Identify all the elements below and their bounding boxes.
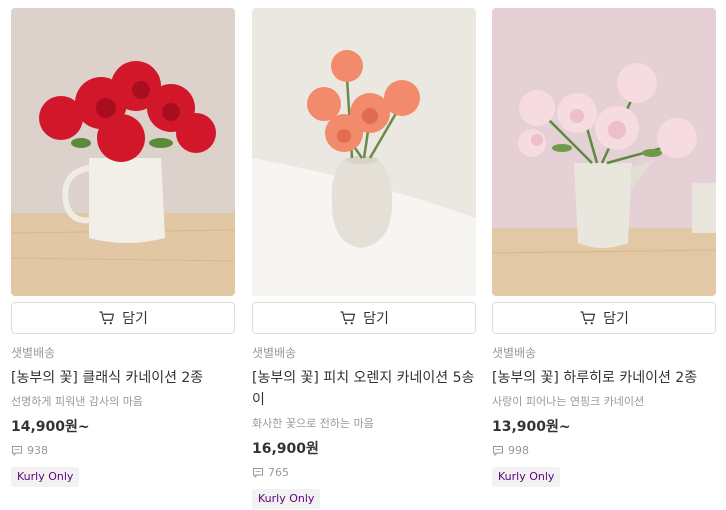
cart-icon xyxy=(340,311,356,325)
product-card[interactable]: 담기 샛별배송 [농부의 꽃] 클래식 카네이션 2종 선명하게 피워낸 감사의… xyxy=(11,8,235,487)
delivery-type: 샛별배송 xyxy=(252,346,297,360)
product-card[interactable]: 담기 샛별배송 [농부의 꽃] 피치 오렌지 카네이션 5송이 화사한 꽃으로 … xyxy=(252,8,476,509)
red-carnation-vase-icon xyxy=(11,8,235,296)
product-image[interactable] xyxy=(492,8,716,296)
review-count: 938 xyxy=(11,444,235,458)
add-to-cart-button[interactable]: 담기 xyxy=(492,302,716,334)
product-card[interactable]: 담기 샛별배송 [농부의 꽃] 하루히로 카네이션 2종 사랑이 피어나는 연핑… xyxy=(492,8,716,487)
product-description: 선명하게 피워낸 감사의 마음 xyxy=(11,395,143,408)
product-name[interactable]: [농부의 꽃] 피치 오렌지 카네이션 5송이 xyxy=(252,367,476,411)
product-price: 14,900원~ xyxy=(11,419,90,435)
product-image[interactable] xyxy=(252,8,476,296)
review-count-value: 765 xyxy=(268,466,289,479)
delivery-type: 샛별배송 xyxy=(11,346,56,360)
product-price: 13,900원~ xyxy=(492,419,571,435)
comment-icon xyxy=(493,446,503,457)
comment-icon xyxy=(253,468,263,479)
delivery-type: 샛별배송 xyxy=(492,346,537,360)
product-grid: 담기 샛별배송 [농부의 꽃] 클래식 카네이션 2종 선명하게 피워낸 감사의… xyxy=(0,0,726,510)
add-to-cart-label: 담기 xyxy=(122,311,148,327)
cart-icon xyxy=(99,311,115,325)
add-to-cart-label: 담기 xyxy=(363,311,389,327)
kurly-only-badge: Kurly Only xyxy=(11,467,80,487)
comment-icon xyxy=(12,446,22,457)
add-to-cart-button[interactable]: 담기 xyxy=(252,302,476,334)
product-description: 사랑이 피어나는 연핑크 카네이션 xyxy=(492,395,645,408)
add-to-cart-label: 담기 xyxy=(603,311,629,327)
product-price: 16,900원 xyxy=(252,441,319,457)
peach-carnation-vase-icon xyxy=(252,8,476,296)
product-name[interactable]: [농부의 꽃] 클래식 카네이션 2종 xyxy=(11,367,235,389)
product-image[interactable] xyxy=(11,8,235,296)
kurly-only-badge: Kurly Only xyxy=(252,489,321,509)
cart-icon xyxy=(580,311,596,325)
add-to-cart-button[interactable]: 담기 xyxy=(11,302,235,334)
kurly-only-badge: Kurly Only xyxy=(492,467,561,487)
product-name[interactable]: [농부의 꽃] 하루히로 카네이션 2종 xyxy=(492,367,716,389)
product-description: 화사한 꽃으로 전하는 마음 xyxy=(252,417,374,430)
pink-carnation-vase-icon xyxy=(492,8,716,296)
review-count-value: 938 xyxy=(27,444,48,457)
review-count: 765 xyxy=(252,466,476,480)
review-count-value: 998 xyxy=(508,444,529,457)
review-count: 998 xyxy=(492,444,716,458)
